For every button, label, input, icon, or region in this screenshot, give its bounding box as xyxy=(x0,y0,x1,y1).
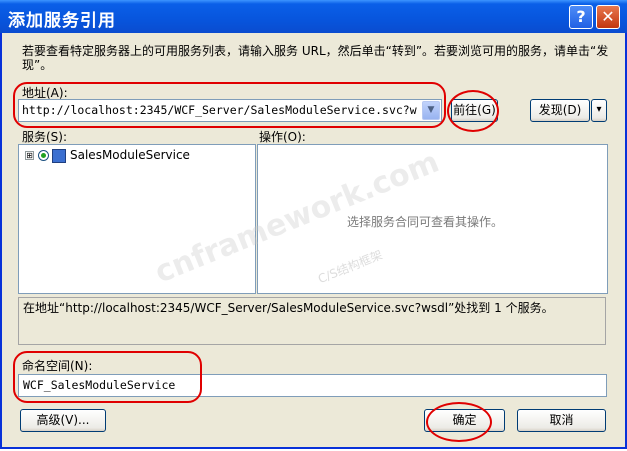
title-bar[interactable]: 添加服务引用 ? ✕ xyxy=(0,0,627,33)
status-text: 在地址“http://localhost:2345/WCF_Server/Sal… xyxy=(23,301,554,315)
address-highlight xyxy=(13,82,446,128)
operations-label: 操作(O): xyxy=(259,130,306,144)
namespace-highlight xyxy=(13,351,202,403)
go-highlight xyxy=(447,90,499,132)
discover-dropdown-icon[interactable]: ▾ xyxy=(591,99,607,122)
expand-icon[interactable]: ⊞ xyxy=(25,151,34,160)
tree-item-label: SalesModuleService xyxy=(70,148,190,162)
cancel-button[interactable]: 取消 xyxy=(517,409,606,432)
operations-placeholder: 选择服务合同可查看其操作。 xyxy=(347,215,504,229)
discover-button[interactable]: 发现(D) xyxy=(530,99,590,122)
services-label: 服务(S): xyxy=(22,130,68,144)
instructions-text: 若要查看特定服务器上的可用服务列表，请输入服务 URL，然后单击“转到”。若要浏… xyxy=(22,44,609,72)
services-tree[interactable]: ⊞ SalesModuleService xyxy=(18,144,256,294)
close-button[interactable]: ✕ xyxy=(596,5,620,29)
help-button[interactable]: ? xyxy=(569,5,593,29)
advanced-button[interactable]: 高级(V)... xyxy=(20,409,106,432)
ok-highlight xyxy=(426,402,492,442)
operations-panel: 选择服务合同可查看其操作。 xyxy=(257,144,608,294)
tree-item-salesmoduleservice[interactable]: ⊞ SalesModuleService xyxy=(25,148,190,163)
status-message: 在地址“http://localhost:2345/WCF_Server/Sal… xyxy=(18,297,606,345)
radio-icon xyxy=(38,150,49,161)
service-icon xyxy=(52,148,66,163)
window-title: 添加服务引用 xyxy=(8,11,116,31)
